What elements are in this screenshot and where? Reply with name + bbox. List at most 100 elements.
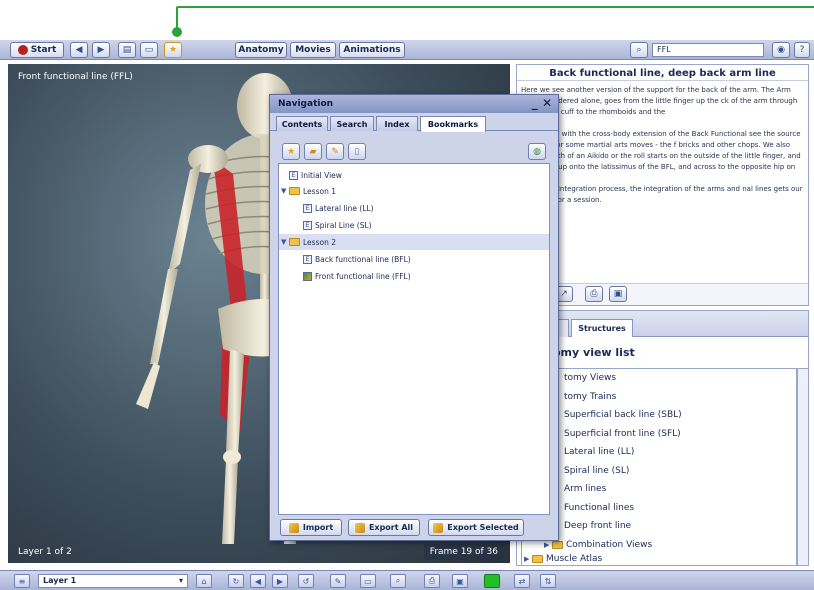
web-icon[interactable]: ◍ bbox=[528, 143, 546, 160]
loop-icon[interactable]: ↺ bbox=[298, 574, 314, 588]
print-icon[interactable]: ⎙ bbox=[424, 574, 440, 588]
tab-search[interactable]: Search bbox=[330, 116, 374, 131]
frame-status: Frame 19 of 36 bbox=[423, 544, 504, 560]
step-forward-icon[interactable]: ▶ bbox=[272, 574, 288, 588]
save-icon[interactable]: ▣ bbox=[452, 574, 468, 588]
home-icon[interactable]: ⌂ bbox=[196, 574, 212, 588]
list-item[interactable]: Deep front line bbox=[522, 517, 796, 536]
view-icon: E bbox=[303, 220, 312, 230]
info-panel: Back functional line, deep back arm line… bbox=[516, 64, 809, 306]
sync-icon[interactable]: ⇄ bbox=[514, 574, 530, 588]
info-body: Here we see another version of the suppo… bbox=[517, 81, 808, 221]
layer-select[interactable]: Layer 1 ▾ bbox=[38, 574, 188, 588]
tree-item-lesson-1[interactable]: ▼ Lesson 1 bbox=[279, 183, 549, 199]
layers-icon[interactable]: ≡ bbox=[14, 574, 30, 588]
rotate-icon[interactable]: ↻ bbox=[228, 574, 244, 588]
view-icon: E bbox=[289, 170, 298, 180]
view-icon: E bbox=[303, 254, 312, 264]
window-icon[interactable]: ▭ bbox=[140, 42, 158, 58]
edit-icon[interactable]: ✎ bbox=[330, 574, 346, 588]
callout-line bbox=[178, 6, 814, 8]
folder-icon bbox=[289, 187, 300, 195]
step-back-icon[interactable]: ◀ bbox=[250, 574, 266, 588]
search-icon[interactable]: ⌕ bbox=[630, 42, 648, 58]
tab-bookmarks[interactable]: Bookmarks bbox=[420, 116, 486, 132]
list-item[interactable]: Functional lines bbox=[522, 499, 796, 518]
anatomy-view-list-title: omy view list bbox=[553, 346, 635, 359]
animations-button[interactable]: Animations bbox=[339, 42, 405, 58]
rename-icon[interactable]: ✎ bbox=[326, 143, 344, 160]
save-icon[interactable]: ▣ bbox=[609, 286, 627, 302]
tab-index[interactable]: Index bbox=[376, 116, 418, 131]
delete-icon[interactable]: ▯ bbox=[348, 143, 366, 160]
back-icon[interactable]: ◀ bbox=[70, 42, 88, 58]
settings-icon[interactable]: ◉ bbox=[772, 42, 790, 58]
add-bookmark-icon[interactable]: ★ bbox=[282, 143, 300, 160]
info-title: Back functional line, deep back arm line bbox=[517, 65, 808, 81]
tree-item-lateral-line[interactable]: E Lateral line (LL) bbox=[279, 200, 549, 216]
tree-item-front-functional-line[interactable]: Front functional line (FFL) bbox=[279, 268, 549, 284]
anatomy-view-panel: Structures omy view list tomy Views tomy… bbox=[516, 310, 809, 566]
bookmark-toolbar: ★ ▰ ✎ ▯ ◍ bbox=[278, 143, 550, 163]
list-scrollbar[interactable] bbox=[797, 368, 809, 566]
arrows-icon[interactable]: ⇅ bbox=[540, 574, 556, 588]
export-icon bbox=[354, 522, 365, 533]
list-item[interactable]: Superficial back line (SBL) bbox=[522, 406, 796, 425]
list-item[interactable]: ▶ Combination Views bbox=[522, 536, 796, 555]
collapse-arrow-icon: ▼ bbox=[281, 238, 287, 246]
start-icon bbox=[17, 45, 28, 55]
tree-item-back-functional-line[interactable]: E Back functional line (BFL) bbox=[279, 251, 549, 267]
list-item[interactable]: tomy Views bbox=[522, 369, 796, 388]
folder-icon bbox=[532, 555, 543, 563]
print-icon[interactable]: ⎙ bbox=[585, 286, 603, 302]
expand-arrow-icon: ▶ bbox=[524, 555, 530, 563]
navigation-titlebar[interactable]: Navigation _ ✕ bbox=[270, 95, 558, 113]
top-toolbar: Start ◀ ▶ ▤ ▭ ★ Anatomy Movies Animation… bbox=[0, 40, 814, 60]
tab-structures[interactable]: Structures bbox=[571, 319, 633, 337]
layer-status: Layer 1 of 2 bbox=[18, 547, 72, 557]
expand-arrow-icon: ▶ bbox=[544, 540, 550, 549]
view-icon: E bbox=[303, 203, 312, 213]
export-selected-button[interactable]: Export Selected bbox=[428, 519, 524, 536]
list-item[interactable]: tomy Trains bbox=[522, 388, 796, 407]
import-icon bbox=[288, 522, 299, 533]
start-button[interactable]: Start bbox=[10, 42, 64, 58]
search-input[interactable]: FFL bbox=[652, 43, 764, 57]
forward-icon[interactable]: ▶ bbox=[92, 42, 110, 58]
tab-contents[interactable]: Contents bbox=[276, 116, 328, 131]
movies-button[interactable]: Movies bbox=[290, 42, 336, 58]
tree-item-spiral-line[interactable]: E Spiral Line (SL) bbox=[279, 217, 549, 233]
list-item[interactable]: Spiral line (SL) bbox=[522, 462, 796, 481]
green-status-icon[interactable] bbox=[484, 574, 500, 588]
info-paragraph: considered with the cross-body extension… bbox=[521, 130, 801, 171]
bookmark-tree: E Initial View ▼ Lesson 1 E Lateral line… bbox=[278, 163, 550, 515]
anatomy-view-list: tomy Views tomy Trains Superficial back … bbox=[521, 368, 797, 566]
tree-item-initial-view[interactable]: E Initial View bbox=[279, 167, 549, 183]
export-selected-icon bbox=[433, 522, 444, 533]
navigation-tabs: Contents Search Index Bookmarks bbox=[270, 113, 558, 132]
list-item[interactable]: ▶ Muscle Atlas bbox=[522, 554, 796, 564]
tree-item-lesson-2[interactable]: ▼ Lesson 2 bbox=[279, 234, 549, 250]
info-paragraph: Structural Integration process, the inte… bbox=[521, 185, 803, 204]
help-icon[interactable]: ? bbox=[794, 42, 810, 58]
bookmark-footer: Import Export All Export Selected bbox=[278, 519, 550, 537]
list-item[interactable]: Superficial front line (SFL) bbox=[522, 425, 796, 444]
zoom-icon[interactable]: ⌕ bbox=[390, 574, 406, 588]
chevron-down-icon: ▾ bbox=[178, 576, 183, 585]
export-all-button[interactable]: Export All bbox=[348, 519, 420, 536]
anatomy-button[interactable]: Anatomy bbox=[235, 42, 287, 58]
bookmark-star-icon[interactable]: ★ bbox=[164, 42, 182, 58]
new-folder-icon[interactable]: ▰ bbox=[304, 143, 322, 160]
image-icon bbox=[303, 271, 312, 281]
list-item[interactable]: Arm lines bbox=[522, 480, 796, 499]
bottom-toolbar: ≡ Layer 1 ▾ ⌂ ↻ ◀ ▶ ↺ ✎ ▭ ⌕ ⎙ ▣ ⇄ ⇅ bbox=[0, 570, 814, 590]
callout-line-vertical bbox=[176, 6, 178, 28]
folder-icon bbox=[289, 238, 300, 246]
contents-icon[interactable]: ▤ bbox=[118, 42, 136, 58]
import-button[interactable]: Import bbox=[280, 519, 342, 536]
window-icon[interactable]: ▭ bbox=[360, 574, 376, 588]
info-toolbar: ↗ ⎙ ▣ bbox=[517, 283, 808, 305]
list-item[interactable]: Lateral line (LL) bbox=[522, 443, 796, 462]
minimize-close-icon[interactable]: _ ✕ bbox=[532, 96, 552, 110]
lower-tabbar: Structures bbox=[517, 311, 808, 337]
